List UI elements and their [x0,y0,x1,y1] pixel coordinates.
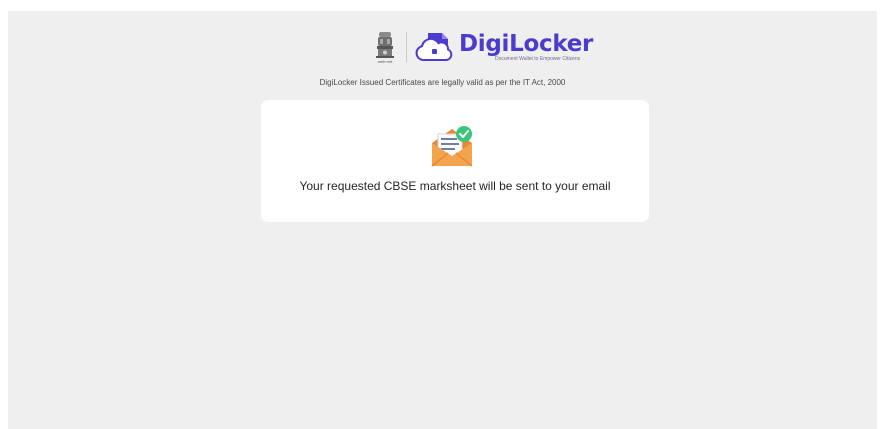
national-emblem-icon: सत्यमेव जयते [372,29,398,65]
legal-note: DigiLocker Issued Certificates are legal… [319,78,566,87]
logo-row[interactable]: सत्यमेव जयते DigiLocker Document Wallet … [372,27,593,67]
logo-divider [406,32,407,62]
header: सत्यमेव जयते DigiLocker Document Wallet … [8,11,877,101]
envelope-check-icon [428,124,476,170]
message-card: Your requested CBSE marksheet will be se… [261,100,649,222]
confirmation-message: Your requested CBSE marksheet will be se… [299,179,611,193]
emblem-caption: सत्यमेव जयते [378,60,393,64]
brand-name: DigiLocker [459,30,594,57]
page-background: सत्यमेव जयते DigiLocker Document Wallet … [8,11,877,429]
brand-block: DigiLocker Document Wallet to Empower Ci… [459,32,593,63]
digilocker-logo-icon [413,30,455,64]
brand-tagline: Document Wallet to Empower Citizens [495,55,581,62]
